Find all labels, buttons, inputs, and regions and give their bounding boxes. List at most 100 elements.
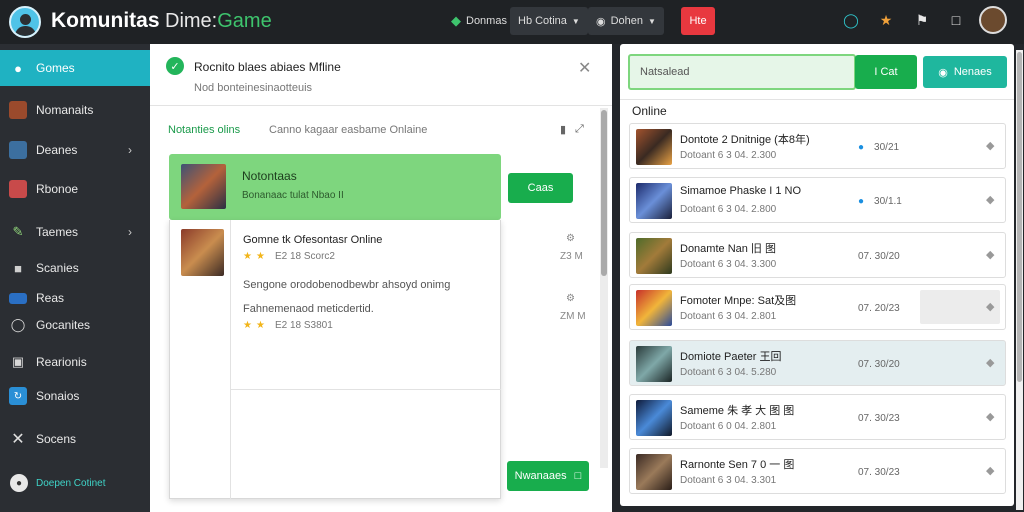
sidebar-item-gomes[interactable]: ● Gomes — [0, 50, 150, 86]
hb-cotina-dropdown[interactable]: Hb Cotina ▼ — [510, 7, 588, 35]
item-sub: Dotoant 6 3 04. 2.800 — [680, 204, 777, 215]
list-item[interactable]: Domiote Paeter 王回 Dotoant 6 3 04. 5.280 … — [629, 340, 1006, 386]
i-cat-button[interactable]: I Cat — [855, 55, 917, 89]
nwanaaes-label: Nwanaaes — [514, 470, 567, 482]
item-name: Domiote Paeter 王回 — [680, 351, 782, 363]
game-name: Notontaas — [242, 169, 297, 183]
console-icon — [9, 180, 27, 198]
tab-notanties[interactable]: Notanties olins — [168, 124, 240, 136]
sidebar-item-nomanaits[interactable]: Nomanaits — [0, 92, 150, 128]
nenaes-label: Nenaes — [953, 66, 992, 78]
sidebar-item-label: Deanes — [36, 143, 78, 157]
game-thumbnail — [636, 129, 672, 165]
sidebar-item-label: Gocanites — [36, 318, 91, 332]
list-item[interactable]: Sameme 朱 孝 大 图 图 Dotoant 6 0 04. 2.801 0… — [629, 394, 1006, 440]
user-avatar[interactable] — [979, 6, 1007, 34]
item-date: 07. 30/20 — [858, 359, 900, 370]
tab-online[interactable]: Canno kagaar easbame Onlaine — [269, 124, 427, 136]
chevron-icon[interactable]: ◆ — [986, 356, 994, 369]
item-name: Sameme 朱 孝 大 图 图 — [680, 405, 795, 417]
hb-cotina-label: Hb Cotina — [518, 15, 567, 27]
sidebar-item-rearionis[interactable]: ▣ Rearionis — [0, 344, 150, 380]
game-thumbnail — [636, 400, 672, 436]
item-sub: Dotoant 6 3 04. 2.801 — [680, 311, 777, 322]
donmas-button[interactable]: ◆ Donmas — [443, 7, 515, 35]
item-sub: Dotoant 6 3 04. 2.300 — [680, 150, 777, 161]
item-date-text: 30/21 — [874, 142, 900, 153]
sidebar-item-gocanites[interactable]: ◯ Gocanites — [0, 307, 150, 343]
chevron-icon[interactable]: ◆ — [986, 410, 994, 423]
hte-label: Hte — [689, 15, 707, 27]
item-date: 07. 30/23 — [858, 413, 900, 424]
sidebar-item-label: Gomes — [36, 61, 75, 75]
sidebar-item-socens[interactable]: ✕ Socens — [0, 421, 150, 457]
game-thumbnail — [181, 164, 226, 209]
game-thumbnail — [636, 290, 672, 326]
sidebar-item-deanes[interactable]: Deanes › — [0, 132, 150, 168]
nenaes-button[interactable]: ◉ Nenaes — [923, 56, 1007, 88]
highlighted-game-card[interactable]: Notontaas Bonanaac tulat Nbao II — [169, 154, 501, 220]
trophy-icon[interactable]: ★ — [875, 9, 897, 31]
share-icon: ↻ — [9, 387, 27, 405]
logo-avatar-icon[interactable] — [9, 6, 41, 38]
item-name: Dontote 2 Dnitnige (本8年) — [680, 134, 810, 146]
gear-icon[interactable]: ⚙ — [566, 233, 575, 244]
chevron-icon[interactable]: ◆ — [986, 248, 994, 261]
sidebar: ● Gomes Nomanaits Deanes › Rbonoe ✎ Taem… — [0, 44, 150, 512]
flag-icon[interactable]: ⚑ — [911, 9, 933, 31]
panel-divider — [230, 220, 231, 499]
chevron-icon[interactable]: ◆ — [986, 464, 994, 477]
chevron-right-icon: › — [128, 225, 132, 239]
right-panel: Natsalead I Cat ◉ Nenaes Online Dontote … — [620, 44, 1014, 506]
sidebar-item-taemes[interactable]: ✎ Taemes › — [0, 214, 150, 250]
online-label: Online — [632, 104, 667, 118]
chevron-right-icon: › — [128, 143, 132, 157]
chevron-icon[interactable]: ◆ — [986, 300, 994, 313]
sidebar-item-label: Rearionis — [36, 355, 87, 369]
sidebar-item-sonaios[interactable]: ↻ Sonaios — [0, 378, 150, 414]
brand-subtitle: Dime:Game — [165, 10, 272, 33]
headset-icon[interactable]: ◯ — [840, 9, 862, 31]
notification-title: Rocnito blaes abiaes Mfline — [194, 60, 341, 74]
item-date: 07. 30/20 — [858, 251, 900, 262]
chevron-icon[interactable]: ◆ — [986, 193, 994, 206]
list-item[interactable]: Rarnonte Sen 7 0 一 图 Dotoant 6 3 04. 3.3… — [629, 448, 1006, 494]
caas-button[interactable]: Caas — [508, 173, 573, 203]
card-icon — [9, 292, 27, 304]
meta-size: Z3 M — [560, 251, 583, 262]
item-name: Simamoe Phaske I 1 NO — [680, 185, 802, 197]
item-sub: Dotoant 6 3 04. 5.280 — [680, 367, 777, 378]
scrollbar-thumb[interactable] — [601, 110, 607, 276]
item-name: Donamte Nan 旧 图 — [680, 243, 776, 255]
item-sub: Dotoant 6 3 04. 3.300 — [680, 259, 777, 270]
hte-button[interactable]: Hte — [681, 7, 715, 35]
right-scrollbar[interactable] — [1016, 50, 1023, 510]
detail-desc: Fahnemenaod meticdertid. — [243, 303, 374, 315]
item-date: ● 30/21 — [858, 142, 899, 153]
sidebar-item-rbonoe[interactable]: Rbonoe — [0, 171, 150, 207]
main-scrollbar[interactable] — [600, 108, 608, 468]
gear-icon[interactable]: ⚙ — [566, 293, 575, 304]
search-input[interactable]: Natsalead — [628, 54, 856, 90]
close-icon[interactable]: ✕ — [578, 58, 591, 78]
status-dot-icon: ● — [858, 196, 865, 207]
scrollbar-thumb[interactable] — [1017, 52, 1022, 382]
chat-icon[interactable]: □ — [945, 9, 967, 31]
pin-icon[interactable]: ▮ — [560, 123, 566, 136]
sidebar-bottom-link[interactable]: Doepen Cotinet — [0, 465, 150, 501]
notification-subtitle: Nod bonteinesinaotteuis — [194, 82, 313, 94]
game-controller-icon: ● — [14, 60, 22, 76]
sidebar-item-label: Sonaios — [36, 389, 80, 403]
list-item[interactable]: Dontote 2 Dnitnige (本8年) Dotoant 6 3 04.… — [629, 123, 1006, 169]
circle-icon: ◯ — [10, 317, 26, 332]
nwanaaes-button[interactable]: Nwanaaes □ — [507, 461, 589, 491]
list-item[interactable]: Fomoter Mnpe: Sat及图 Dotoant 6 3 04. 2.80… — [629, 284, 1006, 330]
star-icon: ★★ — [243, 251, 269, 262]
list-item[interactable]: Simamoe Phaske I 1 NO Dotoant 6 3 04. 2.… — [629, 177, 1006, 223]
gamepad-icon: ■ — [14, 260, 22, 276]
camera-icon: ◉ — [596, 15, 606, 28]
expand-icon[interactable]: ⤢ — [575, 123, 584, 136]
list-item[interactable]: Donamte Nan 旧 图 Dotoant 6 3 04. 3.300 07… — [629, 232, 1006, 278]
dohen-dropdown[interactable]: ◉ Dohen ▼ — [588, 7, 664, 35]
chevron-icon[interactable]: ◆ — [986, 139, 994, 152]
